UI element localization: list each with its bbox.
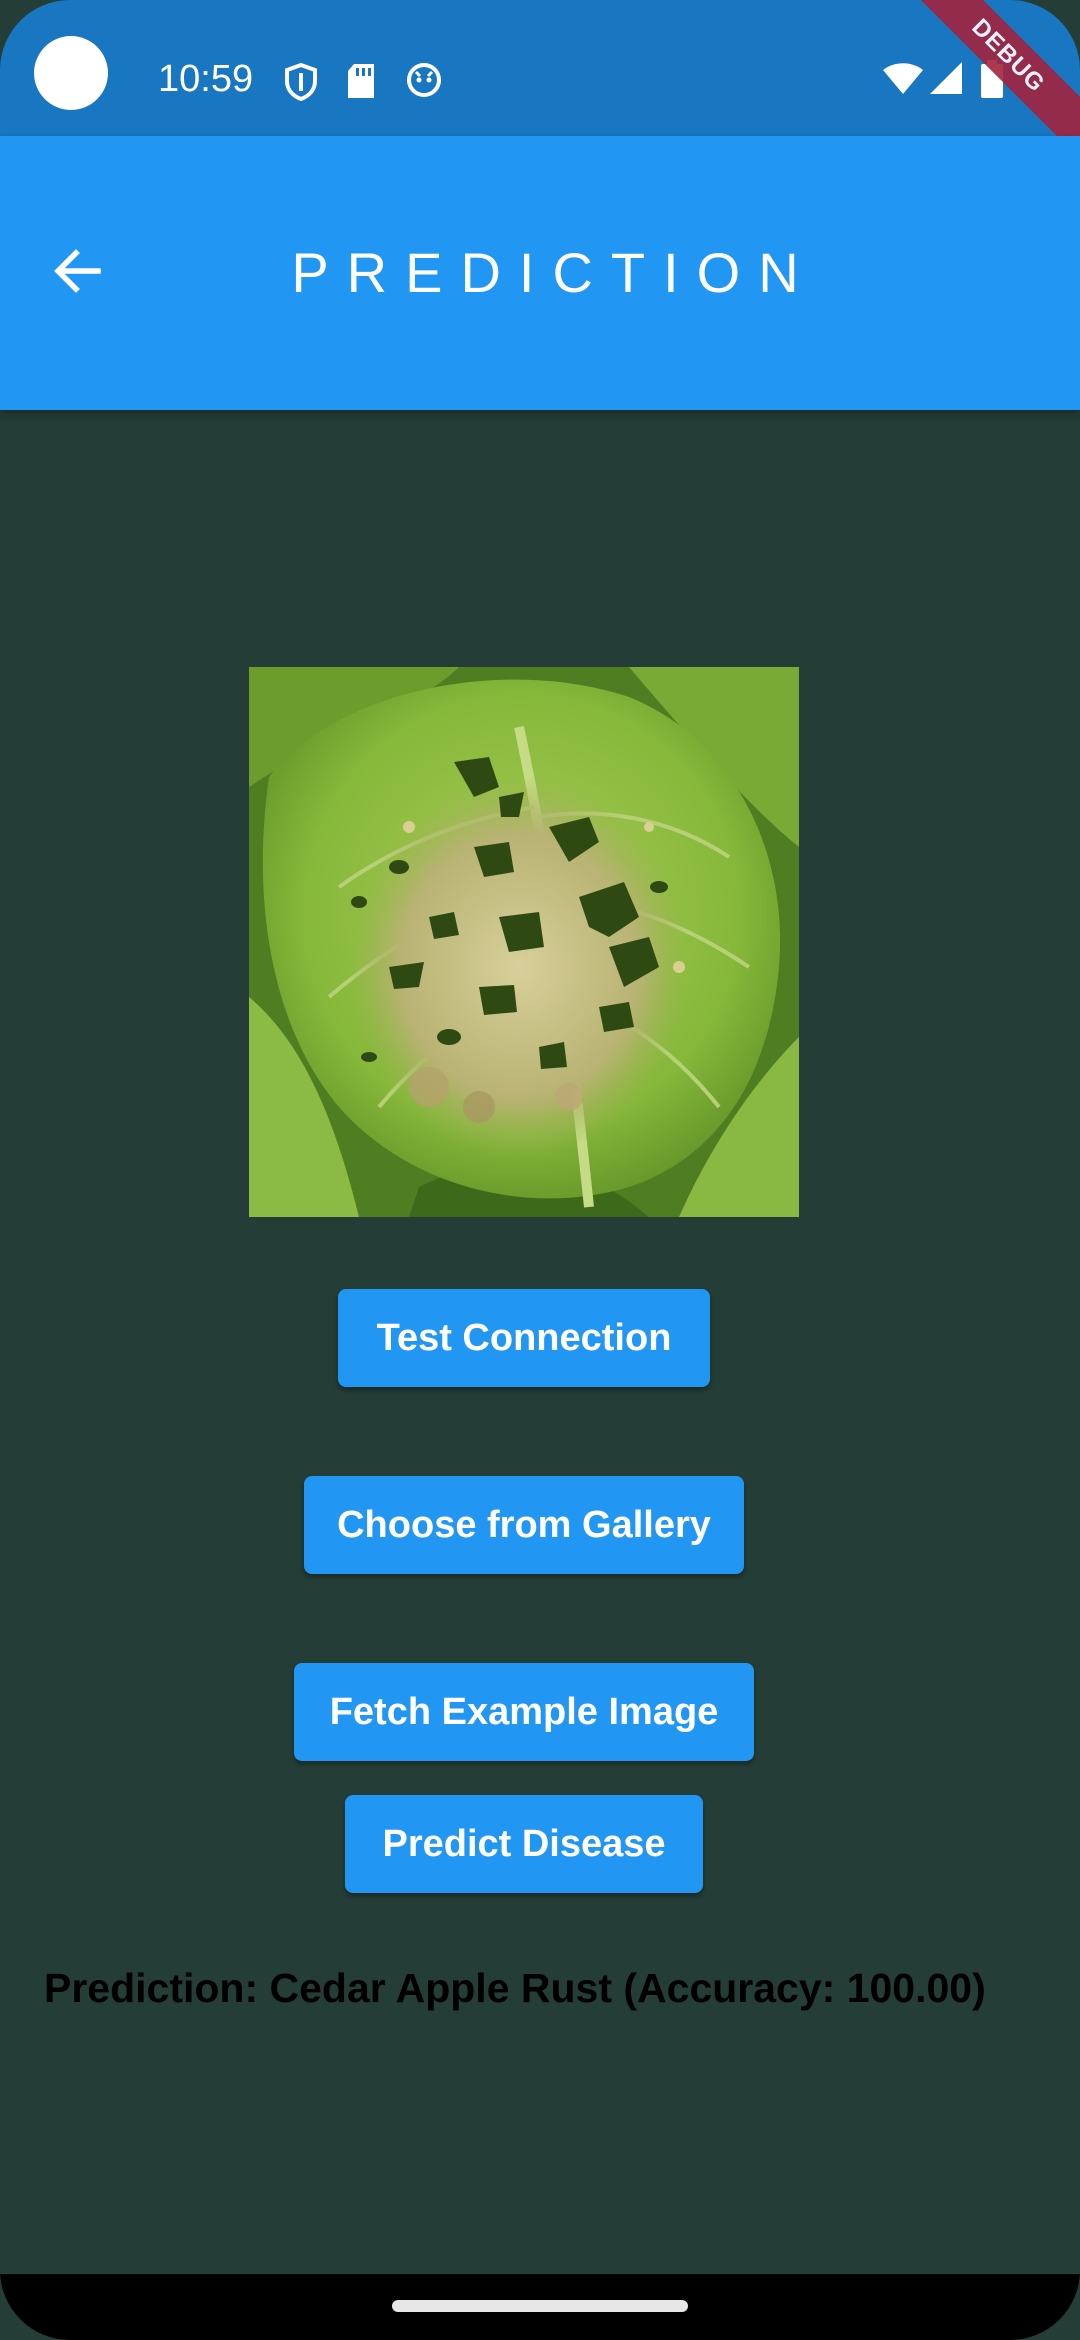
home-gesture-handle[interactable] bbox=[392, 2300, 688, 2312]
prediction-result-text: Prediction: Cedar Apple Rust (Accuracy: … bbox=[44, 1965, 986, 2011]
predict-disease-button[interactable]: Predict Disease bbox=[345, 1795, 703, 1893]
shield-icon bbox=[284, 62, 318, 107]
navigation-bar bbox=[0, 2274, 1080, 2340]
wifi-icon bbox=[882, 60, 924, 101]
status-bar: 10:59 DEBUG bbox=[0, 0, 1080, 164]
signal-icon bbox=[928, 60, 964, 101]
app-bar: PREDICTION bbox=[0, 136, 1080, 410]
fetch-example-image-button[interactable]: Fetch Example Image bbox=[294, 1663, 754, 1761]
test-connection-button[interactable]: Test Connection bbox=[338, 1289, 710, 1387]
status-time: 10:59 bbox=[158, 58, 254, 100]
page-title: PREDICTION bbox=[291, 241, 817, 304]
camera-cutout bbox=[34, 36, 108, 110]
plant-leaf-image bbox=[249, 667, 799, 1217]
face-icon bbox=[406, 62, 442, 103]
sd-card-icon bbox=[346, 62, 376, 105]
phone-screen: 10:59 DEBUG PREDICTION Test Connection C… bbox=[0, 0, 1080, 2340]
choose-from-gallery-button[interactable]: Choose from Gallery bbox=[304, 1476, 744, 1574]
